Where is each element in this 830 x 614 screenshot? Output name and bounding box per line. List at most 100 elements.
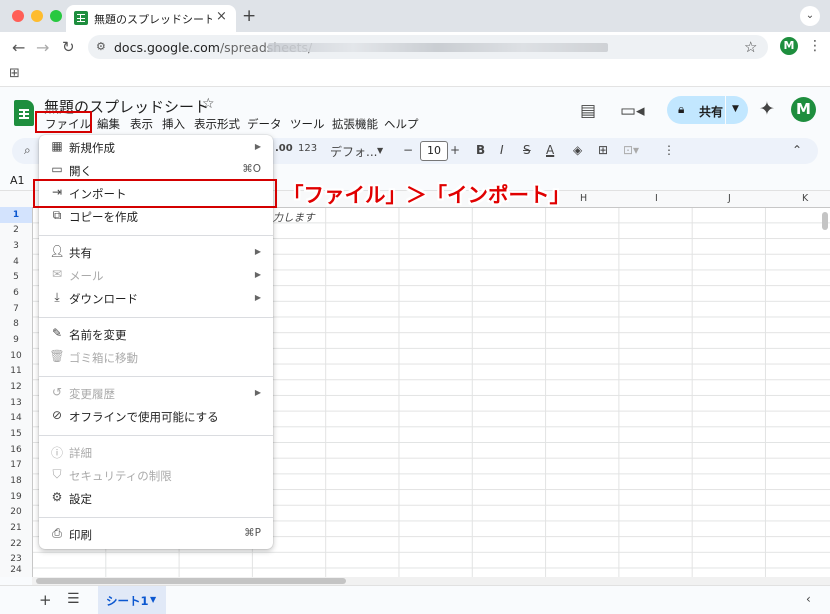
sheet-tab-active[interactable]: シート1 ▼ — [98, 586, 166, 614]
tab-search-icon[interactable]: ⌄ — [800, 6, 820, 26]
row-header[interactable]: 18 — [0, 476, 32, 486]
number-format-button[interactable]: 123 — [298, 143, 317, 154]
menu-tools[interactable]: ツール — [290, 116, 325, 132]
search-menus-icon[interactable]: ⌕ — [24, 143, 31, 158]
star-document-icon[interactable]: ☆ — [202, 96, 215, 112]
new-tab-button[interactable]: + — [242, 6, 256, 26]
name-box[interactable]: A1 — [10, 174, 25, 187]
row-header[interactable]: 14 — [0, 413, 32, 423]
all-sheets-icon[interactable]: ☰ — [67, 591, 80, 607]
sheet-tab-dropdown-icon[interactable]: ▼ — [150, 595, 156, 604]
row-header[interactable]: 5 — [0, 272, 32, 282]
reload-icon[interactable]: ↻ — [62, 38, 75, 56]
menu-format[interactable]: 表示形式 — [194, 116, 240, 132]
row-header[interactable]: 12 — [0, 382, 32, 392]
close-window-button[interactable] — [12, 10, 24, 22]
row-header[interactable]: 10 — [0, 351, 32, 361]
row-header[interactable]: 23 — [0, 554, 32, 564]
borders-icon[interactable]: ⊞ — [598, 143, 608, 157]
forward-icon[interactable]: → — [36, 38, 49, 57]
increase-font-size-button[interactable]: + — [450, 143, 460, 157]
row-header[interactable]: 19 — [0, 492, 32, 502]
row-header[interactable]: 22 — [0, 539, 32, 549]
menu-item-share[interactable]: 👤︎ 共有 ▶ — [39, 241, 273, 264]
menu-extensions[interactable]: 拡張機能 — [332, 116, 378, 132]
browser-menu-icon[interactable]: ⋮ — [808, 38, 822, 54]
meet-video-icon[interactable]: ▭◂ — [620, 101, 645, 121]
fill-color-icon[interactable]: ◈ — [573, 143, 582, 157]
row-header[interactable]: 6 — [0, 288, 32, 298]
share-button[interactable]: 🔒︎ 共有 ▼ — [667, 96, 748, 124]
collapse-toolbar-icon[interactable]: ⌃ — [792, 143, 802, 157]
strikethrough-button[interactable]: S — [523, 143, 531, 157]
minimize-window-button[interactable] — [31, 10, 43, 22]
row-header[interactable]: 9 — [0, 335, 32, 345]
column-header[interactable]: K — [802, 193, 808, 204]
menu-item-security[interactable]: ⛉ セキュリティの制限 — [39, 464, 273, 487]
menu-item-details[interactable]: ⓘ 詳細 — [39, 441, 273, 464]
italic-button[interactable]: I — [500, 143, 504, 157]
menu-item-version-history[interactable]: ↺ 変更履歴 ▶ — [39, 382, 273, 405]
column-header[interactable]: H — [580, 193, 587, 204]
menu-edit[interactable]: 編集 — [97, 116, 120, 132]
row-header[interactable]: 21 — [0, 523, 32, 533]
menu-item-trash[interactable]: 🗑︎ ゴミ箱に移動 — [39, 346, 273, 369]
menu-item-offline[interactable]: ⊘ オフラインで使用可能にする — [39, 405, 273, 428]
row-header[interactable]: 13 — [0, 398, 32, 408]
site-info-icon[interactable]: ⚙ — [96, 40, 106, 53]
vertical-scrollbar[interactable] — [822, 212, 828, 230]
font-size-input[interactable]: 10 — [420, 141, 448, 161]
row-header[interactable]: 1 — [0, 207, 32, 223]
bookmark-star-icon[interactable]: ☆ — [744, 38, 757, 56]
menu-insert[interactable]: 挿入 — [162, 116, 185, 132]
column-header[interactable]: I — [655, 193, 658, 204]
menu-item-rename[interactable]: ✎ 名前を変更 — [39, 323, 273, 346]
menu-view[interactable]: 表示 — [130, 116, 153, 132]
bold-button[interactable]: B — [476, 143, 485, 157]
decrease-font-size-button[interactable]: − — [403, 143, 413, 157]
merge-cells-icon[interactable]: ⊡▾ — [623, 143, 639, 157]
menu-item-new[interactable]: ▦ 新規作成 ▶ — [39, 136, 273, 159]
back-icon[interactable]: ← — [12, 38, 25, 57]
user-avatar[interactable]: M — [791, 97, 816, 122]
menu-item-email[interactable]: ✉ メール ▶ — [39, 264, 273, 287]
share-dropdown-icon[interactable]: ▼ — [732, 104, 739, 114]
explore-collapse-icon[interactable]: ‹ — [806, 592, 811, 606]
increase-decimal-button[interactable]: .00 — [275, 143, 293, 154]
row-header[interactable]: 7 — [0, 304, 32, 314]
row-header[interactable]: 3 — [0, 241, 32, 251]
gemini-sparkle-icon[interactable]: ✦ — [759, 98, 775, 120]
printer-icon: ⎙ — [52, 526, 62, 540]
row-header[interactable]: 8 — [0, 319, 32, 329]
column-header[interactable]: J — [728, 193, 731, 204]
font-family-select[interactable]: デフォ... — [330, 143, 377, 160]
browser-tab[interactable]: 無題のスプレッドシート - Google × — [66, 5, 236, 32]
row-header[interactable]: 16 — [0, 445, 32, 455]
address-bar[interactable]: ⚙ docs.google.com/spreadsheets/ ☆ — [88, 35, 768, 59]
row-header[interactable]: 24 — [0, 565, 32, 575]
comments-icon[interactable]: ▤ — [580, 101, 596, 121]
menu-data[interactable]: データ — [247, 116, 282, 132]
menu-item-print[interactable]: ⎙ 印刷 ⌘P — [39, 523, 273, 546]
more-options-icon[interactable]: ⋮ — [663, 143, 675, 157]
row-header[interactable]: 17 — [0, 460, 32, 470]
text-color-button[interactable]: A — [546, 143, 554, 157]
sheets-logo-icon[interactable] — [14, 100, 34, 126]
row-header[interactable]: 4 — [0, 257, 32, 267]
menu-item-make-copy[interactable]: ⧉ コピーを作成 — [39, 205, 273, 228]
row-header[interactable]: 11 — [0, 366, 32, 376]
row-header[interactable]: 20 — [0, 507, 32, 517]
horizontal-scrollbar[interactable] — [32, 577, 830, 585]
tab-close-icon[interactable]: × — [216, 9, 227, 24]
font-dropdown-icon[interactable]: ▼ — [377, 146, 383, 155]
maximize-window-button[interactable] — [50, 10, 62, 22]
apps-grid-icon[interactable]: ⊞ — [9, 66, 20, 81]
menu-item-settings[interactable]: ⚙ 設定 — [39, 487, 273, 510]
horizontal-scroll-thumb[interactable] — [36, 578, 346, 584]
browser-profile-avatar[interactable]: M — [780, 37, 798, 55]
row-header[interactable]: 15 — [0, 429, 32, 439]
menu-help[interactable]: ヘルプ — [384, 116, 419, 132]
menu-item-download[interactable]: ⤓ ダウンロード ▶ — [39, 287, 273, 310]
row-header[interactable]: 2 — [0, 225, 32, 235]
add-sheet-icon[interactable]: + — [39, 591, 52, 609]
